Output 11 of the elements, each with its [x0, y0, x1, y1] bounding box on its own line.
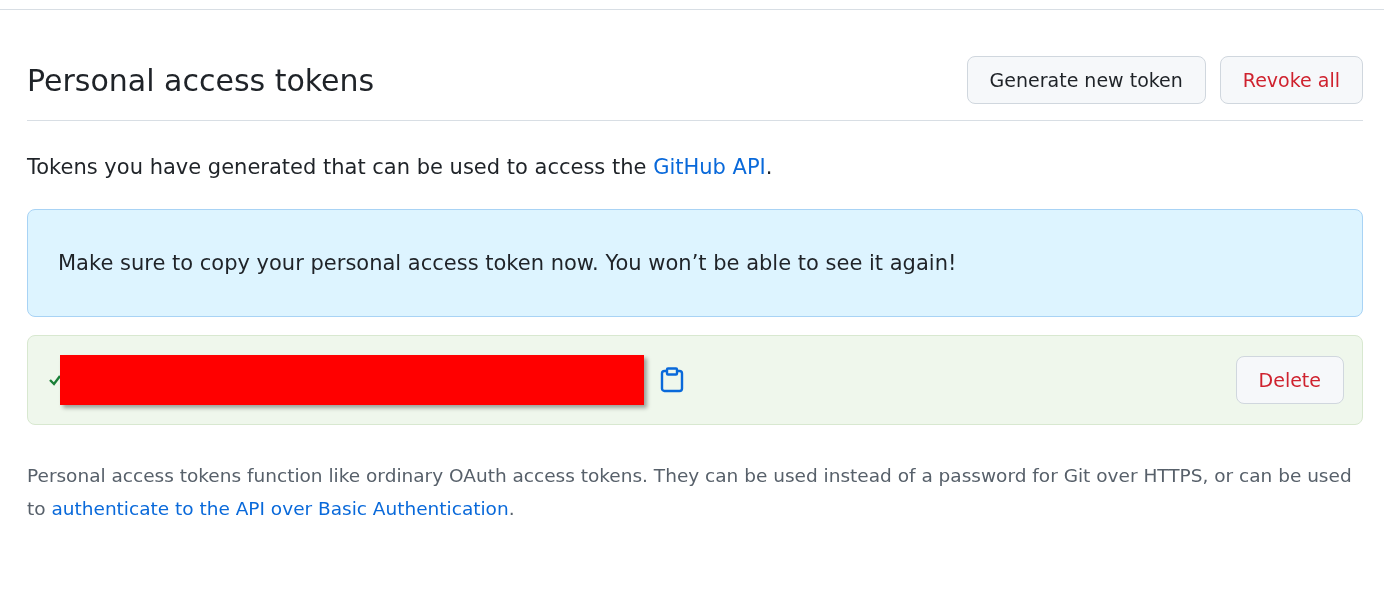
notice-text: Make sure to copy your personal access token now. You won’t be able to see it again!: [58, 251, 957, 275]
auth-link[interactable]: authenticate to the API over Basic Authentication: [51, 498, 509, 519]
api-link[interactable]: GitHub API: [653, 155, 766, 179]
description-text: Tokens you have generated that can be used to access the GitHub API.: [27, 155, 774, 179]
footer-text: Personal access tokens function like ordinary OAuth access tokens. They can be used instead of a password for Git over HTTPS, or can be used to authenticate to the API over Basic Authentication.: [27, 464, 1353, 521]
generate-button[interactable]: Generate new token: [966, 56, 1206, 104]
delete-button[interactable]: Delete: [1235, 356, 1344, 404]
check-icon: [48, 374, 62, 386]
clipboard-icon[interactable]: [660, 367, 684, 393]
revoke-button[interactable]: Revoke all: [1219, 56, 1363, 104]
page-title: Personal access tokens: [27, 62, 375, 98]
